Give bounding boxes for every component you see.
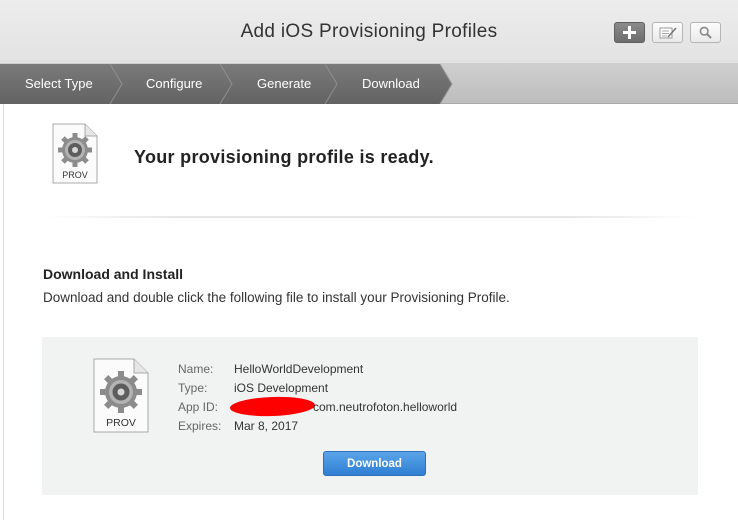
ready-heading: Your provisioning profile is ready. bbox=[134, 147, 434, 167]
expires-value: Mar 8, 2017 bbox=[234, 419, 299, 433]
edit-icon bbox=[659, 26, 677, 38]
edit-button[interactable] bbox=[652, 22, 683, 43]
section-divider bbox=[46, 216, 698, 218]
profile-icon-label: PROV bbox=[106, 417, 136, 429]
profile-file-icon: PROV bbox=[92, 358, 150, 439]
step-download: Download bbox=[362, 76, 420, 91]
app-id-value: com.neutrofoton.helloworld bbox=[313, 400, 458, 414]
app-id-label: App ID: bbox=[178, 400, 219, 414]
add-button[interactable] bbox=[614, 22, 645, 43]
prov-icon-label: PROV bbox=[62, 170, 88, 180]
provisioning-profile-file-icon: PROV bbox=[51, 123, 99, 190]
download-button[interactable]: Download bbox=[323, 451, 426, 476]
step-configure: Configure bbox=[146, 76, 203, 91]
name-value: HelloWorldDevelopment bbox=[234, 362, 364, 376]
type-value: iOS Development bbox=[234, 381, 329, 395]
download-install-heading: Download and Install bbox=[43, 266, 184, 282]
step-progress-bar: Select Type Configure Generate Download bbox=[0, 64, 738, 104]
content-left-border bbox=[3, 104, 4, 520]
search-button[interactable] bbox=[690, 22, 721, 43]
name-label: Name: bbox=[178, 362, 214, 376]
plus-icon bbox=[623, 26, 636, 39]
type-label: Type: bbox=[178, 381, 208, 395]
expires-label: Expires: bbox=[178, 419, 222, 433]
search-icon bbox=[699, 26, 712, 39]
download-install-description: Download and double click the following … bbox=[43, 290, 510, 305]
step-select-type: Select Type bbox=[25, 76, 93, 91]
header-bar: Add iOS Provisioning Profiles bbox=[0, 0, 738, 64]
step-generate: Generate bbox=[257, 76, 312, 91]
